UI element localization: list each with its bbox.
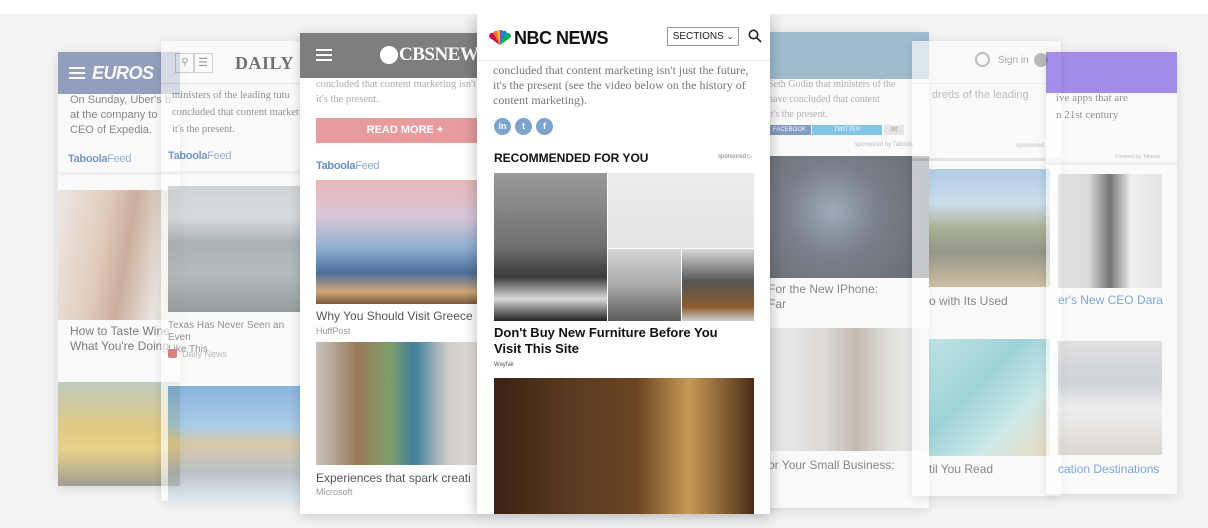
article-text: ministers of the leading tutu concluded … bbox=[172, 90, 307, 135]
story-caption[interactable]: Experiences that spark creati bbox=[316, 471, 480, 486]
story-source: Microsoft bbox=[316, 487, 353, 497]
menu-icon[interactable] bbox=[69, 67, 85, 79]
desk-woman-image[interactable] bbox=[494, 378, 754, 514]
divider bbox=[161, 171, 309, 174]
cbsnews-card: CBSNEWS concluded that content marketing… bbox=[300, 33, 480, 514]
story-caption[interactable]: For the New IPhone: Far bbox=[768, 282, 929, 312]
feed-label: Feed bbox=[107, 153, 132, 165]
read-more-button[interactable]: READ MORE + bbox=[316, 118, 480, 143]
story-source: Daily News bbox=[182, 349, 228, 359]
recommended-heading: RECOMMENDED FOR YOU bbox=[494, 151, 649, 165]
flooded-street-image[interactable] bbox=[168, 186, 309, 312]
car-image[interactable] bbox=[1058, 341, 1162, 455]
source-icon bbox=[168, 349, 177, 358]
purple-site-card: ive apps that are n 21st century Powered… bbox=[1046, 52, 1177, 494]
story-headline[interactable]: Don't Buy New Furniture Before You Visit… bbox=[494, 325, 734, 357]
sections-label: SECTIONS bbox=[672, 31, 724, 42]
small-business-image[interactable] bbox=[768, 328, 929, 451]
email-share-button[interactable]: ✉ bbox=[884, 125, 904, 135]
greece-sunset-image[interactable] bbox=[316, 180, 480, 304]
story-caption[interactable]: til You Read bbox=[929, 462, 1061, 477]
story-caption[interactable]: Why You Should Visit Greece bbox=[316, 309, 480, 324]
nbc-logo: NBC NEWS bbox=[514, 28, 609, 48]
armchair-image bbox=[682, 249, 754, 321]
pendant-lamp-image bbox=[608, 173, 754, 248]
story-caption[interactable]: o with Its Used bbox=[929, 294, 1061, 309]
taboola-brand: Taboola bbox=[316, 160, 356, 172]
sponsored-label: sponsored by Taboola bbox=[855, 142, 914, 148]
menu-icon[interactable] bbox=[316, 49, 332, 61]
twitter-share-button[interactable]: TWITTER bbox=[812, 125, 882, 135]
nbcnews-card: NBC NEWS SECTIONS ⌄ concluded that conte… bbox=[477, 14, 770, 514]
blue-header bbox=[752, 32, 929, 79]
highway-bison-image[interactable] bbox=[929, 169, 1050, 287]
tropical-hut-image[interactable] bbox=[168, 386, 309, 501]
cbs-eye-logo-icon bbox=[380, 46, 398, 64]
article-text: concluded that content marketing isn't j… bbox=[493, 63, 749, 107]
taboola-feed-label: TaboolaFeed bbox=[68, 153, 131, 165]
signin-link[interactable]: Sign in bbox=[998, 55, 1029, 66]
feed-label: Feed bbox=[207, 150, 232, 162]
nbc-header: NBC NEWS SECTIONS ⌄ bbox=[477, 14, 770, 61]
article-text: Seth Godin that ministers of the have co… bbox=[768, 79, 896, 120]
story-caption[interactable]: or Your Small Business: bbox=[768, 458, 929, 473]
pillow-sofa-image bbox=[494, 173, 607, 321]
powered-by-label: Powered by Taboola bbox=[1115, 154, 1161, 160]
search-icon[interactable] bbox=[748, 29, 762, 43]
dailynews-logo: DAILY bbox=[235, 53, 294, 73]
story-source: Wayfair bbox=[494, 362, 515, 368]
divider bbox=[1046, 162, 1177, 165]
sponsored-label: sponsored ▷ bbox=[718, 154, 753, 160]
eyeglasses-image[interactable] bbox=[929, 339, 1050, 456]
nbc-peacock-icon bbox=[489, 29, 511, 46]
dailynews-card: ⚲ ☰ DAILY ministers of the leading tutu … bbox=[161, 41, 309, 501]
story-caption[interactable]: cation Destinations bbox=[1058, 462, 1177, 477]
tim-cook-image[interactable] bbox=[768, 156, 929, 278]
menu-icon[interactable]: ☰ bbox=[193, 53, 213, 73]
dara-portrait-image[interactable] bbox=[1058, 174, 1162, 288]
story-caption[interactable]: er's New CEO Dara bbox=[1058, 293, 1177, 308]
sponsored-text: sponsored bbox=[718, 154, 747, 160]
taboola-feed-label: TaboolaFeed bbox=[316, 160, 379, 172]
divider bbox=[912, 158, 1061, 161]
search-icon[interactable] bbox=[975, 52, 990, 67]
story-source: HuffPost bbox=[316, 326, 351, 336]
collage-stage: EUROS On Sunday, Uber's b at the company… bbox=[0, 14, 1208, 528]
article-text: ive apps that are n 21st century bbox=[1056, 92, 1128, 121]
furniture-collage-image[interactable] bbox=[494, 173, 754, 321]
search-icon[interactable]: ⚲ bbox=[175, 53, 195, 73]
signin-site-card: Sign in dreds of the leading sponsored o… bbox=[912, 41, 1061, 496]
apple-article-card: Seth Godin that ministers of the have co… bbox=[752, 32, 929, 508]
feed-label: Feed bbox=[355, 160, 380, 172]
facebook-icon[interactable]: f bbox=[536, 118, 553, 135]
twitter-icon[interactable]: t bbox=[515, 118, 532, 135]
purple-header bbox=[1046, 52, 1177, 93]
article-text: concluded that content marketing isn't i… bbox=[316, 79, 476, 105]
article-text: dreds of the leading bbox=[932, 89, 1029, 101]
dailynews-header: ⚲ ☰ DAILY bbox=[161, 41, 309, 84]
minecraft-image[interactable] bbox=[316, 342, 480, 465]
sections-dropdown[interactable]: SECTIONS ⌄ bbox=[667, 27, 739, 46]
euronews-logo: EUROS bbox=[92, 63, 154, 83]
facebook-share-button[interactable]: FACEBOOK bbox=[768, 125, 811, 135]
sponsored-label: sponsored bbox=[1016, 143, 1045, 149]
wall-plates-image bbox=[608, 249, 681, 321]
cbs-logo: CBSNEWS bbox=[399, 44, 480, 65]
chevron-down-icon: ⌄ bbox=[726, 32, 734, 41]
linkedin-icon[interactable]: in bbox=[494, 118, 511, 135]
taboola-brand: Taboola bbox=[168, 150, 208, 162]
cbs-header: CBSNEWS bbox=[300, 33, 480, 78]
signin-header: Sign in bbox=[912, 41, 1061, 84]
taboola-feed-label: TaboolaFeed bbox=[168, 150, 231, 162]
taboola-brand: Taboola bbox=[68, 153, 108, 165]
